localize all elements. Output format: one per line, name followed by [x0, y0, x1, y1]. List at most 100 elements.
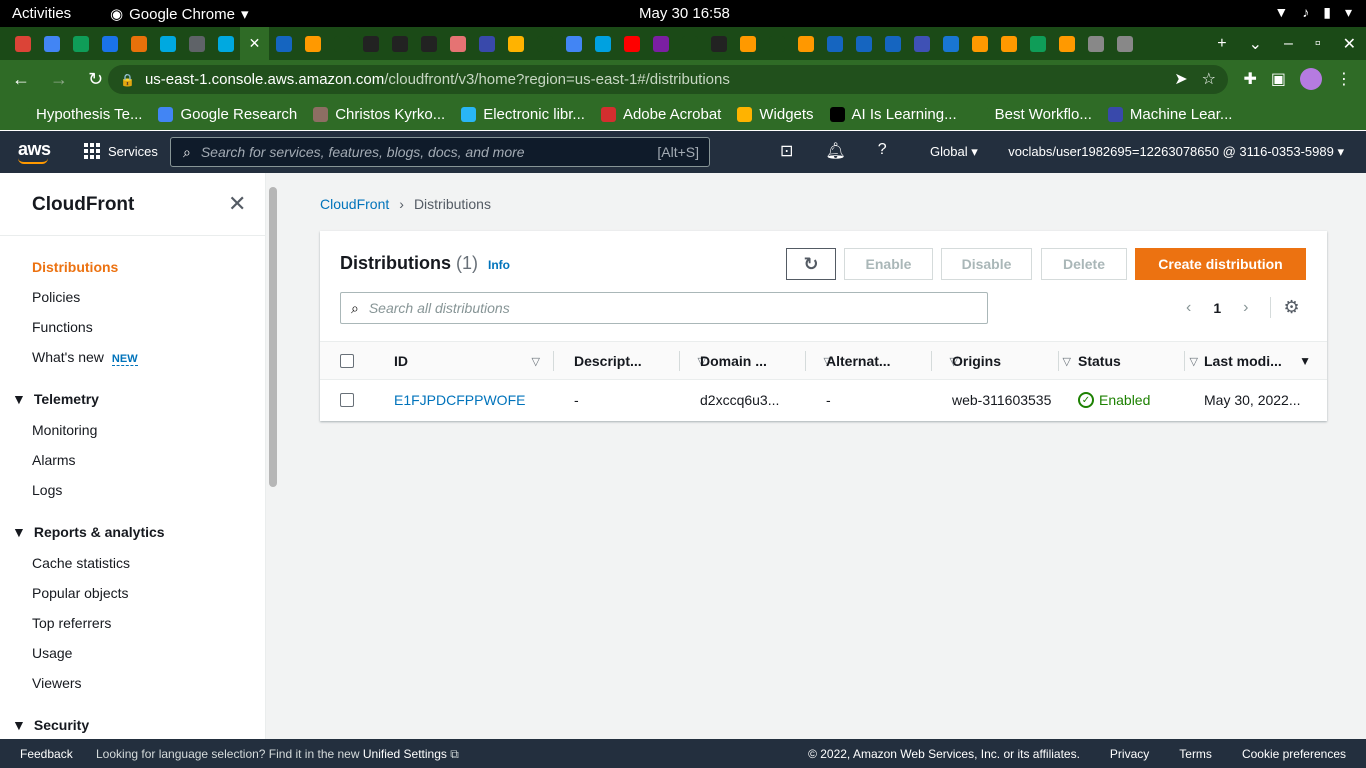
aws-search-input[interactable]: ⌕ Search for services, features, blogs, … [170, 137, 710, 167]
bookmark-item[interactable]: Hypothesis Te... [14, 106, 142, 123]
browser-tab[interactable] [501, 27, 530, 60]
breadcrumb-cloudfront[interactable]: CloudFront [320, 196, 389, 212]
profile-avatar[interactable] [1300, 68, 1322, 90]
browser-tab[interactable] [182, 27, 211, 60]
close-icon[interactable]: ✕ [228, 191, 246, 217]
sidebar-section-telemetry[interactable]: ▼ Telemetry [12, 391, 99, 407]
bell-icon[interactable]: 🔔︎ [825, 141, 845, 161]
star-icon[interactable]: ☆ [1202, 69, 1216, 89]
browser-tab[interactable] [153, 27, 182, 60]
browser-tab[interactable] [617, 27, 646, 60]
distribution-id-link[interactable]: E1FJPDCFPPWOFE [394, 392, 525, 408]
bookmark-item[interactable]: Adobe Acrobat [600, 106, 721, 123]
reload-icon[interactable]: ↻ [88, 69, 103, 90]
bookmark-item[interactable]: Google Research [158, 106, 297, 123]
forward-icon[interactable]: → [50, 69, 68, 90]
disable-button[interactable]: Disable [941, 248, 1032, 280]
sidebar-item-monitoring[interactable]: Monitoring [32, 422, 97, 438]
browser-tab[interactable] [385, 27, 414, 60]
sidebar-item-functions[interactable]: Functions [32, 319, 93, 335]
browser-tab[interactable] [37, 27, 66, 60]
feedback-link[interactable]: Feedback [20, 747, 73, 761]
clock[interactable]: May 30 16:58 [639, 5, 730, 22]
refresh-button[interactable]: ↻ [786, 248, 836, 280]
browser-tab[interactable] [472, 27, 501, 60]
row-checkbox[interactable] [340, 393, 354, 407]
help-icon[interactable]: ? [878, 141, 887, 161]
browser-tab[interactable] [965, 27, 994, 60]
enable-button[interactable]: Enable [844, 248, 933, 280]
next-page-icon[interactable]: › [1243, 299, 1248, 317]
unified-settings-link[interactable]: Unified Settings [363, 747, 447, 761]
sidebar-item-popular-objects[interactable]: Popular objects [32, 585, 129, 601]
close-window-icon[interactable]: ✕ [1343, 34, 1356, 54]
menu-icon[interactable]: ⋮ [1336, 69, 1352, 89]
system-tray[interactable]: ▼ ♪ ▮ ▾ [1274, 4, 1352, 21]
column-alternate[interactable]: Alternat... ▽ [826, 353, 958, 369]
sidebar-section-reports[interactable]: ▼ Reports & analytics [12, 524, 165, 540]
account-menu[interactable]: voclabs/user1982695=12263078650 @ 3116-0… [1008, 144, 1344, 160]
sidebar-item-viewers[interactable]: Viewers [32, 675, 82, 691]
sidebar-item-top-referrers[interactable]: Top referrers [32, 615, 111, 631]
sidebar-item-alarms[interactable]: Alarms [32, 452, 76, 468]
delete-button[interactable]: Delete [1041, 248, 1127, 280]
browser-tab[interactable] [994, 27, 1023, 60]
new-tab-icon[interactable]: + [1217, 35, 1226, 53]
browser-tab[interactable] [588, 27, 617, 60]
privacy-link[interactable]: Privacy [1110, 747, 1149, 761]
browser-tab[interactable] [298, 27, 327, 60]
maximize-icon[interactable]: ▫ [1315, 35, 1321, 53]
browser-tab[interactable] [1081, 27, 1110, 60]
scrollbar-thumb[interactable] [269, 187, 277, 487]
browser-tab[interactable] [704, 27, 733, 60]
browser-tab[interactable] [762, 27, 791, 60]
minimize-icon[interactable]: – [1284, 35, 1293, 53]
activities-button[interactable]: Activities [12, 5, 71, 22]
aws-logo[interactable]: aws [18, 139, 51, 164]
sidebar-item-logs[interactable]: Logs [32, 482, 62, 498]
browser-tab[interactable] [414, 27, 443, 60]
browser-tab[interactable] [936, 27, 965, 60]
browser-tab[interactable] [269, 27, 298, 60]
sidebar-section-security[interactable]: ▼ Security [12, 717, 89, 733]
column-id[interactable]: ID ▽ [394, 353, 540, 369]
browser-tab[interactable] [66, 27, 95, 60]
column-origins[interactable]: Origins ▽ [952, 353, 1071, 369]
browser-tab[interactable] [1110, 27, 1139, 60]
browser-tab[interactable] [849, 27, 878, 60]
url-field[interactable]: 🔒 us-east-1.console.aws.amazon.com/cloud… [108, 65, 1228, 94]
browser-tab[interactable] [675, 27, 704, 60]
browser-tab[interactable] [1052, 27, 1081, 60]
bookmark-item[interactable]: Christos Kyrko... [313, 106, 445, 123]
browser-tab[interactable] [878, 27, 907, 60]
browser-tab[interactable] [124, 27, 153, 60]
browser-tab[interactable] [820, 27, 849, 60]
browser-tab[interactable] [530, 27, 559, 60]
bookmark-item[interactable]: Best Workflo... [972, 106, 1092, 123]
column-domain[interactable]: Domain ... ▽ [700, 353, 832, 369]
region-selector[interactable]: Global ▾ [930, 144, 978, 160]
browser-tab[interactable] [733, 27, 762, 60]
page-number[interactable]: 1 [1213, 300, 1221, 316]
browser-tab[interactable] [907, 27, 936, 60]
services-menu[interactable]: Services [84, 143, 158, 159]
create-distribution-button[interactable]: Create distribution [1135, 248, 1306, 280]
cookie-preferences-link[interactable]: Cookie preferences [1242, 747, 1346, 761]
bookmark-item[interactable]: Widgets [737, 106, 814, 123]
sidepanel-icon[interactable]: ▣ [1271, 69, 1286, 89]
bookmark-item[interactable]: AI Is Learning... [829, 106, 957, 123]
column-status[interactable]: Status ▽ [1078, 353, 1198, 369]
tab-search-icon[interactable]: ⌄ [1249, 34, 1262, 54]
gear-icon[interactable]: ⚙ [1270, 297, 1300, 318]
bookmark-item[interactable]: Electronic libr... [461, 106, 585, 123]
sidebar-item-whats-new[interactable]: What's new NEW [32, 349, 138, 366]
terms-link[interactable]: Terms [1179, 747, 1212, 761]
sidebar-item-distributions[interactable]: Distributions [32, 259, 118, 275]
distribution-search-input[interactable]: ⌕ Search all distributions [340, 292, 988, 324]
browser-tab[interactable] [211, 27, 240, 60]
browser-tab[interactable] [327, 27, 356, 60]
browser-tab[interactable] [559, 27, 588, 60]
extensions-icon[interactable]: ✚ [1243, 69, 1256, 89]
bookmark-item[interactable]: Machine Lear... [1107, 106, 1232, 123]
info-link[interactable]: Info [488, 258, 510, 272]
